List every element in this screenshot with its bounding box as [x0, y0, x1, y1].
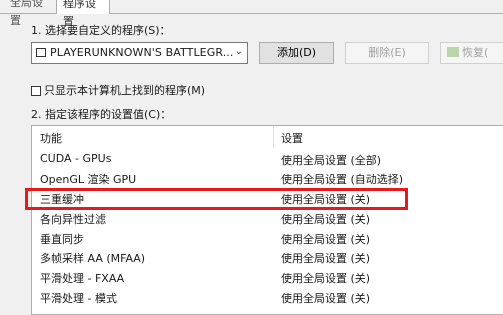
table-row[interactable]: 各向异性过滤 使用全局设置 (关) [32, 210, 503, 229]
restore-button[interactable]: 恢复( [440, 42, 503, 64]
section1-label: 1. 选择要自定义的程序(S)： [31, 24, 171, 37]
column-divider[interactable] [273, 126, 274, 148]
column-header-feature[interactable]: 功能 [40, 130, 62, 146]
program-select[interactable]: PLAYERUNKNOWN'S BATTLEGR... ⌄ [31, 42, 248, 64]
feature-cell: 平滑处理 - 模式 [40, 292, 117, 305]
setting-cell[interactable]: 使用全局设置 (关) [281, 290, 370, 306]
setting-cell[interactable]: 使用全局设置 (自动选择) [281, 171, 403, 187]
settings-table[interactable]: 功能 设置 CUDA - GPUs 使用全局设置 (全部) OpenGL 渲染 … [31, 125, 503, 315]
table-header: 功能 设置 [32, 126, 503, 148]
feature-cell: OpenGL 渲染 GPU [40, 173, 137, 186]
feature-cell: 三重缓冲 [40, 193, 84, 206]
table-row[interactable]: 三重缓冲 使用全局设置 (关) [32, 190, 503, 209]
feature-cell: 各向异性过滤 [40, 213, 106, 226]
app-window-icon [36, 48, 46, 57]
chevron-down-icon[interactable]: ⌄ [235, 46, 243, 57]
table-row[interactable]: 平滑处理 - 模式 使用全局设置 (关) [32, 289, 503, 308]
program-select-value: PLAYERUNKNOWN'S BATTLEGR... [50, 46, 234, 59]
setting-cell[interactable]: 使用全局设置 (关) [281, 270, 370, 286]
tab-program-settings[interactable]: 程序设置 [56, 0, 110, 28]
feature-cell: 多帧采样 AA (MFAA) [40, 252, 146, 265]
nvidia-icon [447, 47, 459, 57]
tab-global-settings[interactable]: 全局设置 [4, 0, 56, 27]
restore-label: 恢复( [462, 46, 489, 59]
table-row[interactable]: OpenGL 渲染 GPU 使用全局设置 (自动选择) [32, 170, 503, 189]
setting-cell[interactable]: 使用全局设置 (关) [281, 231, 370, 247]
section2-label: 2. 指定该程序的设置值(C)： [31, 108, 172, 121]
show-only-found-label: 只显示本计算机上找到的程序(M) [44, 84, 206, 97]
add-button[interactable]: 添加(D) [259, 42, 334, 64]
feature-cell: CUDA - GPUs [40, 152, 112, 165]
feature-cell: 垂直同步 [40, 233, 84, 246]
table-row[interactable]: 多帧采样 AA (MFAA) 使用全局设置 (关) [32, 249, 503, 268]
checkbox-box[interactable] [31, 86, 41, 96]
remove-button[interactable]: 删除(E) [345, 42, 429, 64]
setting-cell[interactable]: 使用全局设置 (关) [281, 250, 370, 266]
show-only-found-checkbox[interactable]: 只显示本计算机上找到的程序(M) [31, 82, 205, 98]
table-row[interactable]: 平滑处理 - FXAA 使用全局设置 (关) [32, 269, 503, 288]
table-row[interactable]: 垂直同步 使用全局设置 (关) [32, 230, 503, 249]
column-header-setting[interactable]: 设置 [281, 130, 303, 146]
tab-strip: 全局设置 程序设置 [0, 0, 503, 28]
setting-cell[interactable]: 使用全局设置 (关) [281, 211, 370, 227]
setting-cell[interactable]: 使用全局设置 (全部) [281, 152, 381, 168]
feature-cell: 平滑处理 - FXAA [40, 272, 125, 285]
setting-cell[interactable]: 使用全局设置 (关) [281, 191, 370, 207]
table-row[interactable]: CUDA - GPUs 使用全局设置 (全部) [32, 151, 503, 170]
